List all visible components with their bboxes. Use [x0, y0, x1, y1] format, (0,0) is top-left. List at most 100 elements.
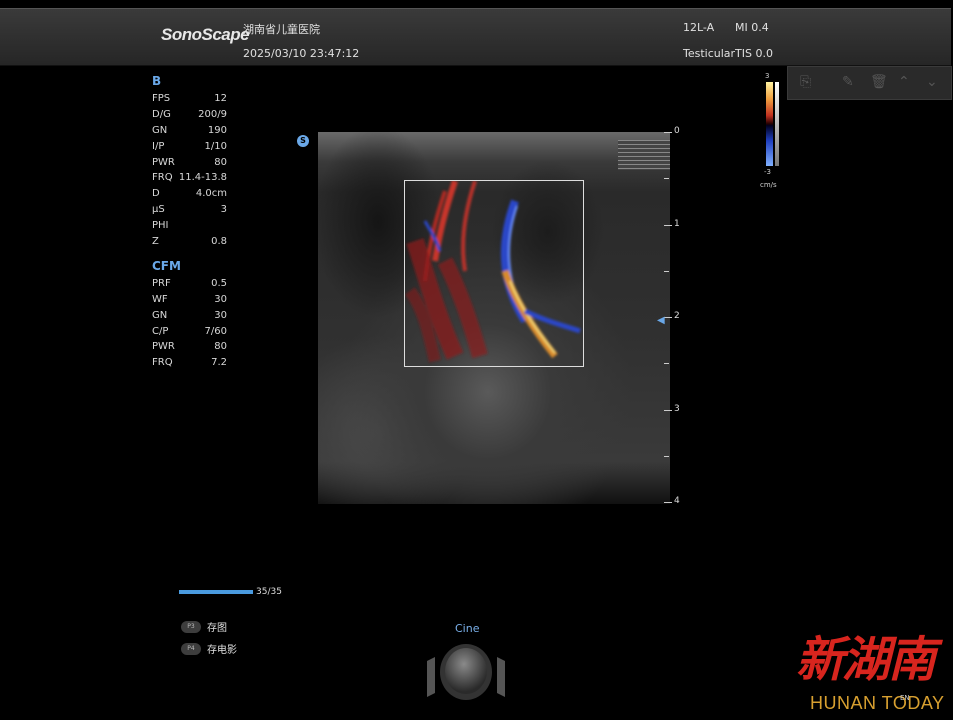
p3-key-badge: P3 — [181, 620, 201, 633]
grayscale-bar — [775, 82, 779, 166]
imaging-parameters-panel: B FPS 12 D/G 200/9 GN 190 I/P 1/10 PWR 80 FRQ 11.4-… — [152, 74, 227, 371]
save-image-label: 存图 — [207, 623, 227, 634]
param-name: I/P — [152, 140, 165, 152]
save-cine-label: 存电影 — [207, 645, 237, 656]
depth-label: 2 — [674, 311, 680, 321]
trash-icon[interactable]: 🗑 — [870, 74, 888, 90]
color-scale-bottom: -3 — [764, 168, 771, 176]
depth-tick — [664, 317, 672, 318]
thermal-index: TIS 0.0 — [735, 47, 773, 60]
exam-datetime: 2025/03/10 23:47:12 — [243, 47, 360, 60]
edit-copy-icon[interactable]: ⎘ — [800, 74, 811, 90]
doppler-flow-overlay — [405, 181, 581, 363]
trackball-icon[interactable] — [425, 643, 507, 701]
cfm-mode-title: CFM — [152, 258, 181, 273]
param-value: 0.8 — [211, 236, 227, 248]
language-indicator: EN — [900, 694, 910, 702]
param-row: I/P 1/10 — [152, 139, 227, 155]
param-row: D/G 200/9 — [152, 107, 227, 123]
softkey-save-image[interactable]: P3 存图 — [181, 619, 227, 634]
depth-label: 1 — [674, 219, 680, 229]
param-name: FRQ — [152, 357, 173, 369]
param-name: C/P — [152, 325, 169, 337]
color-scale-unit: cm/s — [760, 181, 777, 189]
param-name: D — [152, 188, 160, 200]
param-name: D/G — [152, 108, 171, 120]
param-row: FRQ 7.2 — [152, 355, 227, 371]
depth-tick — [664, 225, 672, 226]
depth-tick — [664, 456, 669, 457]
param-value: 190 — [207, 124, 227, 136]
hunan-today-logo-en: HUNAN TODAY — [810, 693, 945, 713]
param-name: FPS — [152, 93, 171, 104]
param-row: GN 30 — [152, 308, 227, 324]
param-row: μS 3 — [152, 202, 227, 218]
param-name: PWR — [152, 341, 175, 353]
param-row: PRF 0.5 — [152, 276, 227, 292]
chevron-down-icon[interactable]: ⌄ — [926, 74, 938, 90]
param-row: FRQ 11.4-13.8 — [152, 170, 227, 186]
color-velocity-bar — [766, 82, 773, 166]
param-name: GN — [152, 309, 168, 321]
annotation-toolbar: ⎘ ✎ 🗑 ⌃ ⌄ — [787, 66, 952, 100]
color-flow-roi-box[interactable] — [404, 180, 584, 367]
param-row: C/P 7/60 — [152, 324, 227, 340]
param-row: PHI — [152, 218, 227, 234]
cine-label: Cine — [455, 622, 480, 635]
param-value: 80 — [214, 156, 227, 168]
edit-icon[interactable]: ✎ — [842, 74, 854, 90]
param-name: PWR — [152, 156, 175, 168]
param-name: GN — [152, 124, 168, 136]
param-row: PWR 80 — [152, 155, 227, 171]
param-row: Z 0.8 — [152, 234, 227, 250]
near-field-artifact — [618, 140, 670, 170]
depth-tick — [664, 502, 672, 503]
chevron-up-icon[interactable]: ⌃ — [898, 74, 910, 90]
param-value: 4.0cm — [195, 188, 227, 200]
exam-preset: Testicular — [683, 47, 736, 60]
param-name: WF — [152, 293, 168, 305]
param-row: PWR 80 — [152, 339, 227, 355]
cine-progress-label: 35/35 — [256, 587, 282, 597]
param-value: 12 — [214, 93, 227, 104]
param-value: 11.4-13.8 — [178, 172, 227, 184]
sonoscape-logo: SonoScape — [161, 25, 250, 44]
param-name: FRQ — [152, 172, 173, 184]
depth-scale: 0 1 2 3 4 — [664, 126, 684, 506]
depth-tick — [664, 271, 669, 272]
param-value: 1/10 — [204, 140, 227, 152]
depth-label: 3 — [674, 404, 680, 414]
param-row: WF 30 — [152, 292, 227, 308]
param-value: 200/9 — [198, 108, 227, 120]
depth-tick — [664, 132, 672, 133]
param-name: PRF — [152, 277, 171, 289]
hunan-today-logo-cn: 新湖南 — [796, 632, 936, 688]
header-bar: SonoScape 湖南省儿童医院 2025/03/10 23:47:12 12… — [0, 8, 951, 66]
color-scale-top: 3 — [765, 72, 770, 80]
param-name: PHI — [152, 220, 169, 232]
param-row: FPS 12 — [152, 91, 227, 107]
p4-key-badge: P4 — [181, 642, 201, 655]
param-value: 3 — [220, 204, 227, 216]
depth-label: 4 — [674, 496, 680, 506]
softkey-save-cine[interactable]: P4 存电影 — [181, 641, 237, 656]
depth-tick — [664, 178, 669, 179]
focus-marker-icon[interactable]: ◀ — [657, 315, 665, 326]
depth-label: 0 — [674, 126, 680, 136]
b-mode-title: B — [152, 74, 162, 88]
depth-tick — [664, 410, 672, 411]
param-name: Z — [152, 236, 159, 248]
param-value: 80 — [214, 341, 227, 353]
param-name: μS — [152, 204, 165, 216]
param-value: 30 — [214, 309, 227, 321]
param-row: D 4.0cm — [152, 186, 227, 202]
param-row: GN 190 — [152, 123, 227, 139]
probe-name: 12L-A — [683, 21, 715, 34]
hospital-name: 湖南省儿童医院 — [243, 23, 320, 36]
param-value: 7/60 — [204, 325, 227, 337]
param-value: 30 — [214, 293, 227, 305]
orientation-marker-icon: S — [297, 135, 309, 147]
depth-tick — [664, 363, 669, 364]
param-value: 0.5 — [211, 277, 227, 289]
cine-progress-bar[interactable] — [179, 590, 253, 594]
